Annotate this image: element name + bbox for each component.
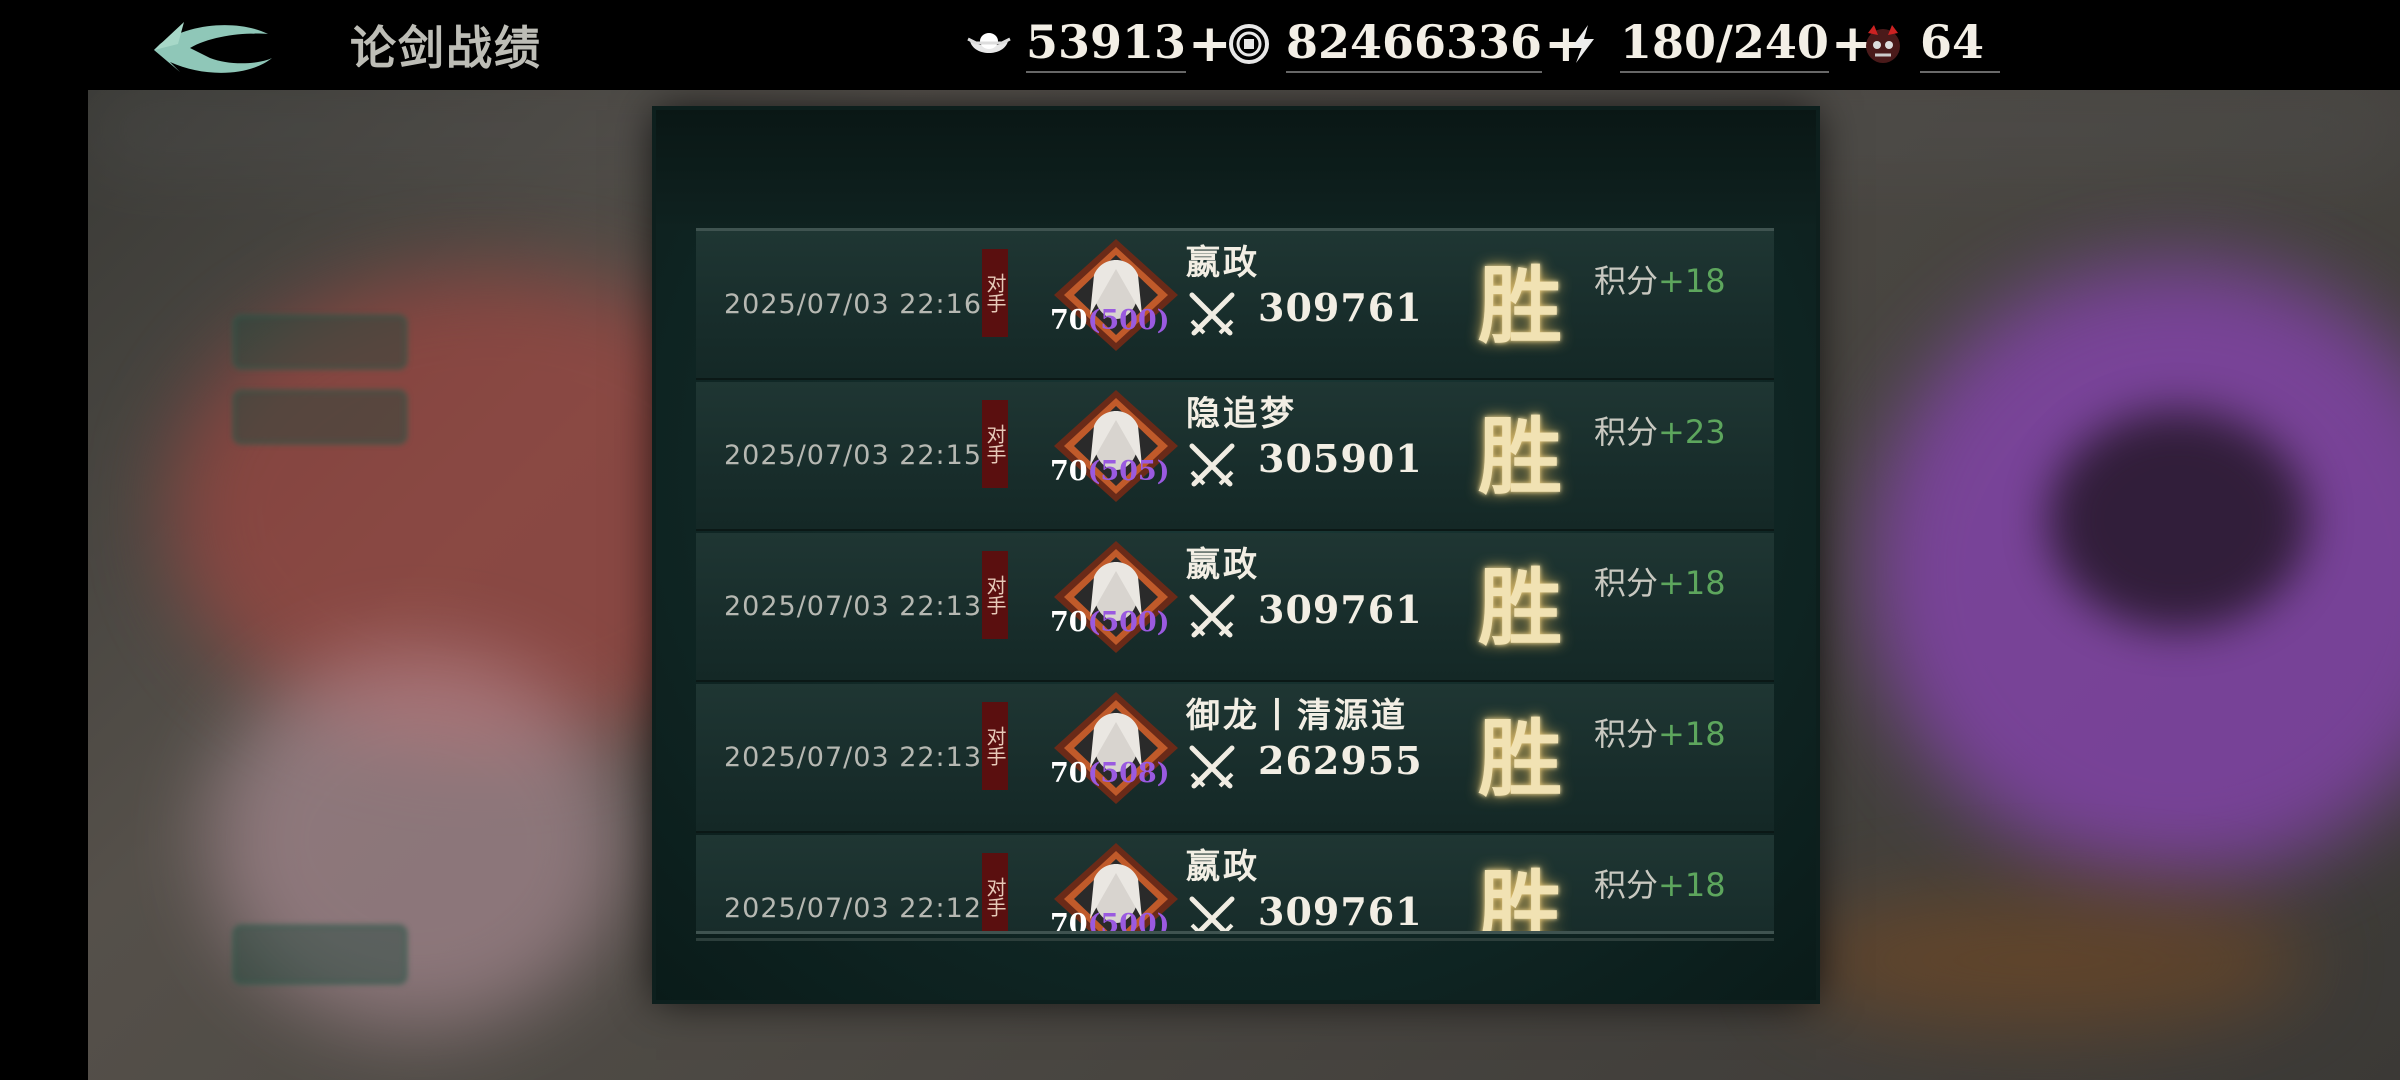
record-date: 2025/07/03 22:13 [724,591,983,622]
record-list[interactable]: 2025/07/03 22:16 对手 70(500) 嬴政 309761 胜 … [696,228,1774,934]
win-result: 胜 [1478,709,1563,808]
stamina-value: 180/240 [1620,15,1829,73]
copper-resource: 82466336 + [1226,14,1588,74]
opponent-tag: 对手 [982,702,1008,790]
silver-value: 53913 [1026,15,1187,73]
opponent-power: 262955 [1258,738,1423,783]
record-date: 2025/07/03 22:12 [724,893,983,924]
record-date: 2025/07/03 22:16 [724,289,983,320]
score-change: 积分+18 [1594,564,1726,602]
opponent-name: 嬴政 [1186,243,1260,283]
score-change: 积分+18 [1594,262,1726,300]
crossed-swords-icon [1189,594,1235,638]
opponent-power: 305901 [1258,436,1423,481]
crossed-swords-icon [1189,896,1235,931]
opponent-tag: 对手 [982,551,1008,639]
silver-ingot-icon [967,33,1011,53]
opponent-level: 70(500) [1050,607,1170,638]
silver-resource: 53913 + [966,14,1232,74]
record-row[interactable]: 2025/07/03 22:13 对手 70(500) 嬴政 309761 胜 … [696,533,1774,682]
demon-mask-icon [1866,25,1900,63]
opponent-level: 70(500) [1050,305,1170,336]
stamina-resource: 180/240 + [1560,14,1874,74]
win-result: 胜 [1478,558,1563,657]
score-change: 积分+18 [1594,866,1726,904]
copper-coin-icon [1229,24,1269,64]
opponent-avatar-icon[interactable] [1046,386,1186,506]
opponent-tag: 对手 [982,249,1008,337]
demon-resource: 64 [1860,14,2000,74]
opponent-avatar-icon[interactable] [1046,235,1186,355]
record-row[interactable]: 2025/07/03 22:13 对手 70(508) 御龙丨清源道 26295… [696,684,1774,833]
opponent-power: 309761 [1258,889,1423,934]
copper-value: 82466336 [1286,15,1543,73]
opponent-level: 70(508) [1050,758,1170,789]
record-row[interactable]: 2025/07/03 22:12 对手 70(500) 嬴政 309761 胜 … [696,835,1774,934]
opponent-level: 70(500) [1050,909,1170,934]
opponent-tag: 对手 [982,400,1008,488]
page-title: 论剑战绩 [350,21,542,75]
opponent-power: 309761 [1258,285,1423,330]
panel-divider [696,938,1774,941]
top-bar: 论剑战绩 53913 + 82466336 + 180/240 + 64 [0,0,2400,90]
opponent-name: 御龙丨清源道 [1186,696,1408,736]
opponent-power: 309761 [1258,587,1423,632]
score-change: 积分+23 [1594,413,1726,451]
opponent-tag: 对手 [982,853,1008,931]
record-date: 2025/07/03 22:15 [724,440,983,471]
opponent-name: 嬴政 [1186,545,1260,585]
panel-header [656,110,1816,230]
record-row[interactable]: 2025/07/03 22:16 对手 70(500) 嬴政 309761 胜 … [696,231,1774,380]
win-result: 胜 [1478,256,1563,355]
crossed-swords-icon [1189,292,1235,336]
opponent-level: 70(505) [1050,456,1170,487]
demon-value: 64 [1920,15,2000,73]
crossed-swords-icon [1189,443,1235,487]
lightning-icon [1572,25,1594,63]
opponent-avatar-icon[interactable] [1046,537,1186,657]
battle-record-panel: 2025/07/03 22:16 对手 70(500) 嬴政 309761 胜 … [656,110,1816,1000]
win-result: 胜 [1478,407,1563,506]
opponent-avatar-icon[interactable] [1046,688,1186,808]
win-result: 胜 [1478,860,1563,934]
record-date: 2025/07/03 22:13 [724,742,983,773]
crossed-swords-icon [1189,745,1235,789]
back-arrow-icon[interactable] [150,14,280,78]
opponent-name: 隐追梦 [1186,394,1297,434]
opponent-name: 嬴政 [1186,847,1260,887]
score-change: 积分+18 [1594,715,1726,753]
record-row[interactable]: 2025/07/03 22:15 对手 70(505) 隐追梦 305901 胜… [696,382,1774,531]
